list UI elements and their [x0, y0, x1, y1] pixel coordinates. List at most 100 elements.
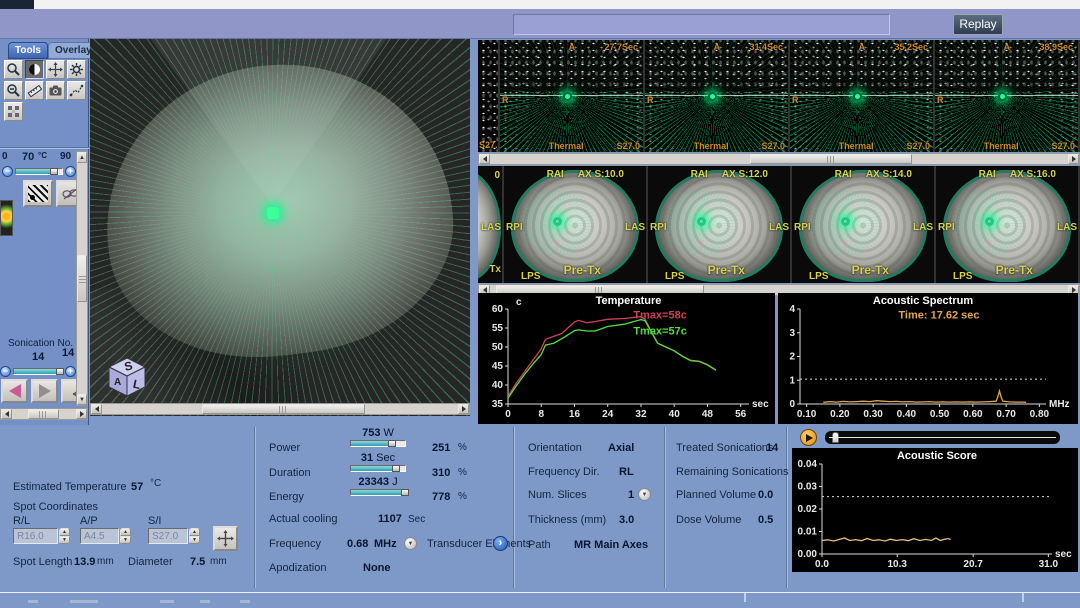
svg-text:0.50: 0.50 [930, 409, 950, 420]
orientation-lps-label: LPS [809, 271, 828, 282]
thermal-frame[interactable]: A 31.4Sec R Thermal S27.0 [645, 40, 788, 152]
energy-slider[interactable]: 23343 J [350, 476, 406, 496]
si-stepper[interactable]: ▲▼ [189, 528, 200, 544]
focal-spot-marker [267, 207, 279, 219]
overlay-pattern-button[interactable] [23, 180, 53, 207]
scrollbar-thumb[interactable] [750, 154, 912, 164]
scroll-left-button[interactable] [91, 404, 102, 414]
rl-coordinate-field[interactable] [13, 528, 58, 544]
sidebar-horizontal-scrollbar[interactable] [0, 408, 88, 420]
sonication-minus-button[interactable]: − [0, 366, 11, 377]
overlay-grid-tool-button[interactable] [4, 102, 23, 121]
contrast-tool-button[interactable] [25, 60, 44, 79]
scroll-up-button[interactable]: ▲ [77, 152, 87, 163]
tab-tools[interactable]: Tools [8, 42, 48, 59]
thermal-strip-scrollbar[interactable] [478, 153, 1080, 165]
replay-play-button[interactable] [800, 429, 817, 446]
thermal-caption: Thermal [694, 141, 729, 151]
move-spot-button[interactable] [213, 526, 238, 551]
transducer-elements-button[interactable]: › [493, 536, 508, 551]
scroll-left-button[interactable] [1, 409, 12, 419]
diameter-unit: mm [210, 556, 227, 567]
scroll-right-button[interactable] [458, 404, 469, 414]
mri-slice-frame[interactable]: RAI AX S:12.0 RPI LAS LPS Pre-Tx [648, 166, 790, 283]
panel-divider [513, 427, 515, 588]
play-icon [806, 434, 813, 442]
spot-length-label: Spot Length [13, 556, 72, 568]
thermal-scale-labels: 0 70 °C 90 [0, 151, 74, 163]
percent-sign: % [458, 442, 467, 453]
mri-slice-frame[interactable]: RAI AX S:16.0 RPI LAS LPS Pre-Tx [936, 166, 1078, 283]
thermal-time-label: 27.7Sec [604, 42, 638, 52]
thermal-frame[interactable]: A 35.2Sec R Thermal S27.0 [790, 40, 933, 152]
thermal-scale-slider[interactable]: − + [2, 166, 76, 177]
dose-thumbnail[interactable] [0, 200, 13, 236]
snapshot-tool-button[interactable] [46, 81, 65, 100]
ap-coordinate-field[interactable] [80, 528, 119, 544]
scroll-down-button[interactable]: ▼ [77, 394, 87, 405]
sidebar-vertical-scrollbar[interactable]: ▲ ▼ [76, 151, 88, 406]
duration-slider[interactable]: 31 Sec [350, 452, 406, 472]
svg-text:Time: 17.62 sec: Time: 17.62 sec [898, 310, 979, 322]
svg-text:0.60: 0.60 [963, 409, 983, 420]
scrub-handle[interactable] [832, 432, 839, 443]
3d-treatment-viewport[interactable]: S A L [90, 39, 470, 416]
sonication-plus-button[interactable]: + [65, 366, 76, 377]
mri-slice-frame[interactable]: RAI AX S:10.0 RPI LAS LPS Pre-Tx [504, 166, 646, 283]
frequency-dropdown-button[interactable]: ▼ [404, 537, 417, 550]
svg-text:8: 8 [538, 409, 544, 420]
orientation-a-label: A [1004, 42, 1011, 52]
zoom-tool-button[interactable] [4, 60, 23, 79]
scrollbar-thumb[interactable] [77, 255, 87, 301]
viewer-horizontal-scrollbar[interactable] [90, 403, 470, 415]
svg-text:0.40: 0.40 [897, 409, 917, 420]
orientation-las-label: LAS [913, 222, 933, 233]
sonication-slider[interactable]: − + [0, 366, 76, 377]
scrollbar-thumb[interactable] [202, 404, 366, 414]
svg-text:0.04: 0.04 [798, 459, 818, 470]
panel-divider [254, 427, 256, 588]
treated-sonications-value: 14 [766, 442, 778, 454]
scrollbar-thumb[interactable] [28, 409, 59, 419]
spot-length-unit: mm [97, 556, 114, 567]
scale-minus-button[interactable]: − [2, 166, 13, 177]
pan-tool-button[interactable] [46, 60, 65, 79]
orientation-rpi-label: RPI [506, 222, 523, 233]
svg-text:45: 45 [492, 361, 504, 372]
polyline-tool-button[interactable] [67, 81, 86, 100]
scale-current-label: 70 [22, 151, 34, 163]
thermal-caption: Thermal [984, 141, 1019, 151]
si-coordinate-field[interactable] [148, 528, 188, 544]
scroll-left-button[interactable] [479, 154, 490, 164]
scroll-right-button[interactable] [76, 409, 87, 419]
replay-button[interactable]: Replay [953, 14, 1003, 35]
ap-stepper[interactable]: ▲▼ [120, 528, 131, 544]
path-value: MR Main Axes [574, 539, 648, 551]
num-slices-dropdown-button[interactable]: ▼ [638, 488, 651, 501]
mri-slice-partial[interactable]: 0 LAS Tx [478, 166, 502, 283]
probe-tool-button[interactable] [4, 81, 23, 100]
orientation-las-label: LAS [1057, 222, 1077, 233]
transducer-elements-label: Transducer Elements [427, 538, 531, 550]
scale-plus-button[interactable]: + [65, 166, 76, 177]
svg-text:MHz: MHz [1049, 399, 1070, 410]
svg-text:0: 0 [789, 399, 795, 410]
tool-grid [4, 60, 86, 121]
frequency-dir-value: RL [619, 466, 634, 478]
rl-stepper[interactable]: ▲▼ [59, 528, 70, 544]
thermal-frame-partial[interactable]: S27.0 [478, 40, 498, 152]
power-slider[interactable]: 753 W [350, 427, 406, 447]
apodization-label: Apodization [269, 562, 327, 574]
orientation-cube[interactable]: S A L [104, 354, 150, 400]
mri-slice-frame[interactable]: RAI AX S:14.0 RPI LAS LPS Pre-Tx [792, 166, 934, 283]
ruler-tool-button[interactable] [25, 81, 44, 100]
thermal-frame[interactable]: A 27.7Sec R Thermal S27.0 [500, 40, 643, 152]
replay-scrub-bar[interactable] [825, 431, 1060, 444]
next-sonication-button[interactable] [31, 379, 58, 403]
scroll-right-button[interactable] [1068, 154, 1079, 164]
planned-volume-label: Planned Volume [676, 489, 756, 501]
dose-volume-label: Dose Volume [676, 514, 741, 526]
previous-sonication-button[interactable] [1, 379, 28, 403]
thermal-frame[interactable]: A 38.9Sec R Thermal S27.0 [935, 40, 1078, 152]
settings-tool-button[interactable] [67, 60, 86, 79]
